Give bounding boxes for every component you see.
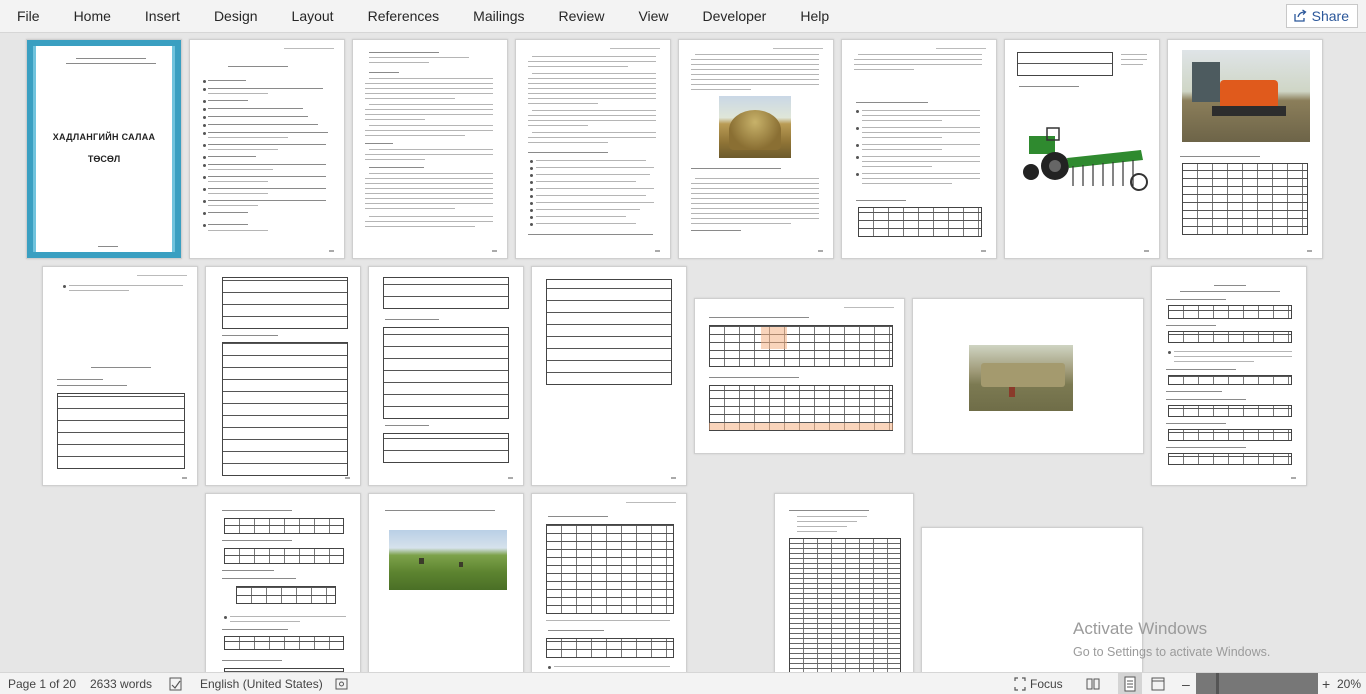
page-9[interactable] <box>42 266 198 486</box>
focus-button[interactable]: Focus <box>1030 673 1063 694</box>
page-19-table <box>789 538 901 672</box>
page-16-table-d <box>224 636 344 650</box>
zoom-out-button[interactable]: – <box>1182 673 1190 694</box>
tab-home[interactable]: Home <box>57 0 128 33</box>
page-10-table-b <box>222 342 348 476</box>
page-11-table-b <box>383 327 509 419</box>
cover-subtitle: ТӨСӨЛ <box>87 154 121 164</box>
share-label: Share <box>1311 8 1349 24</box>
page-20[interactable] <box>921 527 1143 672</box>
hay-pile-photo <box>719 96 791 158</box>
page-cover[interactable]: ХАДЛАНГИЙН САЛАА ТӨСӨЛ <box>26 39 182 259</box>
page-10-table-a <box>222 277 348 329</box>
read-mode-icon[interactable] <box>1085 673 1103 694</box>
accessibility-icon[interactable] <box>334 673 352 694</box>
tab-file[interactable]: File <box>0 0 57 33</box>
highlight-cells <box>761 327 787 349</box>
page-16-table-b <box>224 548 344 564</box>
page-11[interactable] <box>368 266 524 486</box>
page-16[interactable] <box>205 493 361 672</box>
page-8-table <box>1182 163 1308 235</box>
page-15-table-a <box>1168 305 1292 319</box>
page-15-table-b <box>1168 331 1292 343</box>
page-6[interactable] <box>841 39 997 259</box>
language-indicator[interactable]: English (United States) <box>200 673 323 694</box>
page-14[interactable] <box>912 298 1144 454</box>
page-7-table <box>1017 52 1113 76</box>
zoom-slider[interactable] <box>1196 673 1318 694</box>
tab-developer[interactable]: Developer <box>686 0 784 33</box>
zoom-slider-thumb[interactable] <box>1216 673 1219 694</box>
page-3[interactable] <box>352 39 508 259</box>
highlight-row <box>709 423 893 430</box>
status-bar: Page 1 of 20 2633 words English (United … <box>0 672 1366 694</box>
hay-field-photo <box>389 530 507 590</box>
proofing-icon[interactable] <box>168 673 186 694</box>
web-layout-icon[interactable] <box>1150 673 1168 694</box>
page-15[interactable] <box>1151 266 1307 486</box>
page-16-table-a <box>224 518 344 534</box>
page-11-table-a <box>383 277 509 309</box>
print-layout-icon[interactable] <box>1118 673 1142 694</box>
word-count[interactable]: 2633 words <box>90 673 152 694</box>
tab-mailings[interactable]: Mailings <box>456 0 541 33</box>
document-canvas[interactable]: ХАДЛАНГИЙН САЛАА ТӨСӨЛ <box>0 33 1366 672</box>
cover-frame: ХАДЛАНГИЙН САЛАА ТӨСӨЛ <box>33 46 175 252</box>
tractor-photo <box>1021 120 1149 198</box>
focus-icon[interactable] <box>1012 673 1030 694</box>
page-count[interactable]: Page 1 of 20 <box>8 673 76 694</box>
tab-review[interactable]: Review <box>542 0 622 33</box>
ribbon-tab-bar: File Home Insert Design Layout Reference… <box>0 0 1366 33</box>
page-7[interactable] <box>1004 39 1160 259</box>
zoom-level[interactable]: 20% <box>1337 673 1361 694</box>
share-button[interactable]: Share <box>1285 4 1358 28</box>
page-15-table-c <box>1168 375 1292 385</box>
page-5[interactable] <box>678 39 834 259</box>
page-4[interactable] <box>515 39 671 259</box>
page-18[interactable] <box>531 493 687 672</box>
baler-photo <box>1182 50 1310 142</box>
page-13[interactable] <box>694 298 905 454</box>
page-12-table <box>546 279 672 385</box>
page-15-table-f <box>1168 453 1292 465</box>
page-18-table-b <box>546 638 674 658</box>
page-9-table <box>57 393 185 469</box>
page-16-table-c <box>236 586 336 604</box>
tab-insert[interactable]: Insert <box>128 0 197 33</box>
page-12[interactable] <box>531 266 687 486</box>
page-15-table-e <box>1168 429 1292 441</box>
tab-help[interactable]: Help <box>783 0 846 33</box>
page-13-table-a <box>709 325 893 367</box>
page-19[interactable] <box>774 493 914 672</box>
share-icon <box>1293 9 1307 23</box>
tab-references[interactable]: References <box>351 0 457 33</box>
page-10[interactable] <box>205 266 361 486</box>
tab-design[interactable]: Design <box>197 0 275 33</box>
page-17[interactable] <box>368 493 524 672</box>
page-15-table-d <box>1168 405 1292 417</box>
page-6-table <box>858 207 982 237</box>
haystack-field-photo <box>969 345 1073 411</box>
page-11-table-c <box>383 433 509 463</box>
tab-view[interactable]: View <box>621 0 685 33</box>
page-2[interactable] <box>189 39 345 259</box>
tab-layout[interactable]: Layout <box>275 0 351 33</box>
cover-title: ХАДЛАНГИЙН САЛАА <box>52 132 156 142</box>
zoom-in-button[interactable]: + <box>1322 673 1330 694</box>
page-8[interactable] <box>1167 39 1323 259</box>
page-18-table <box>546 524 674 614</box>
